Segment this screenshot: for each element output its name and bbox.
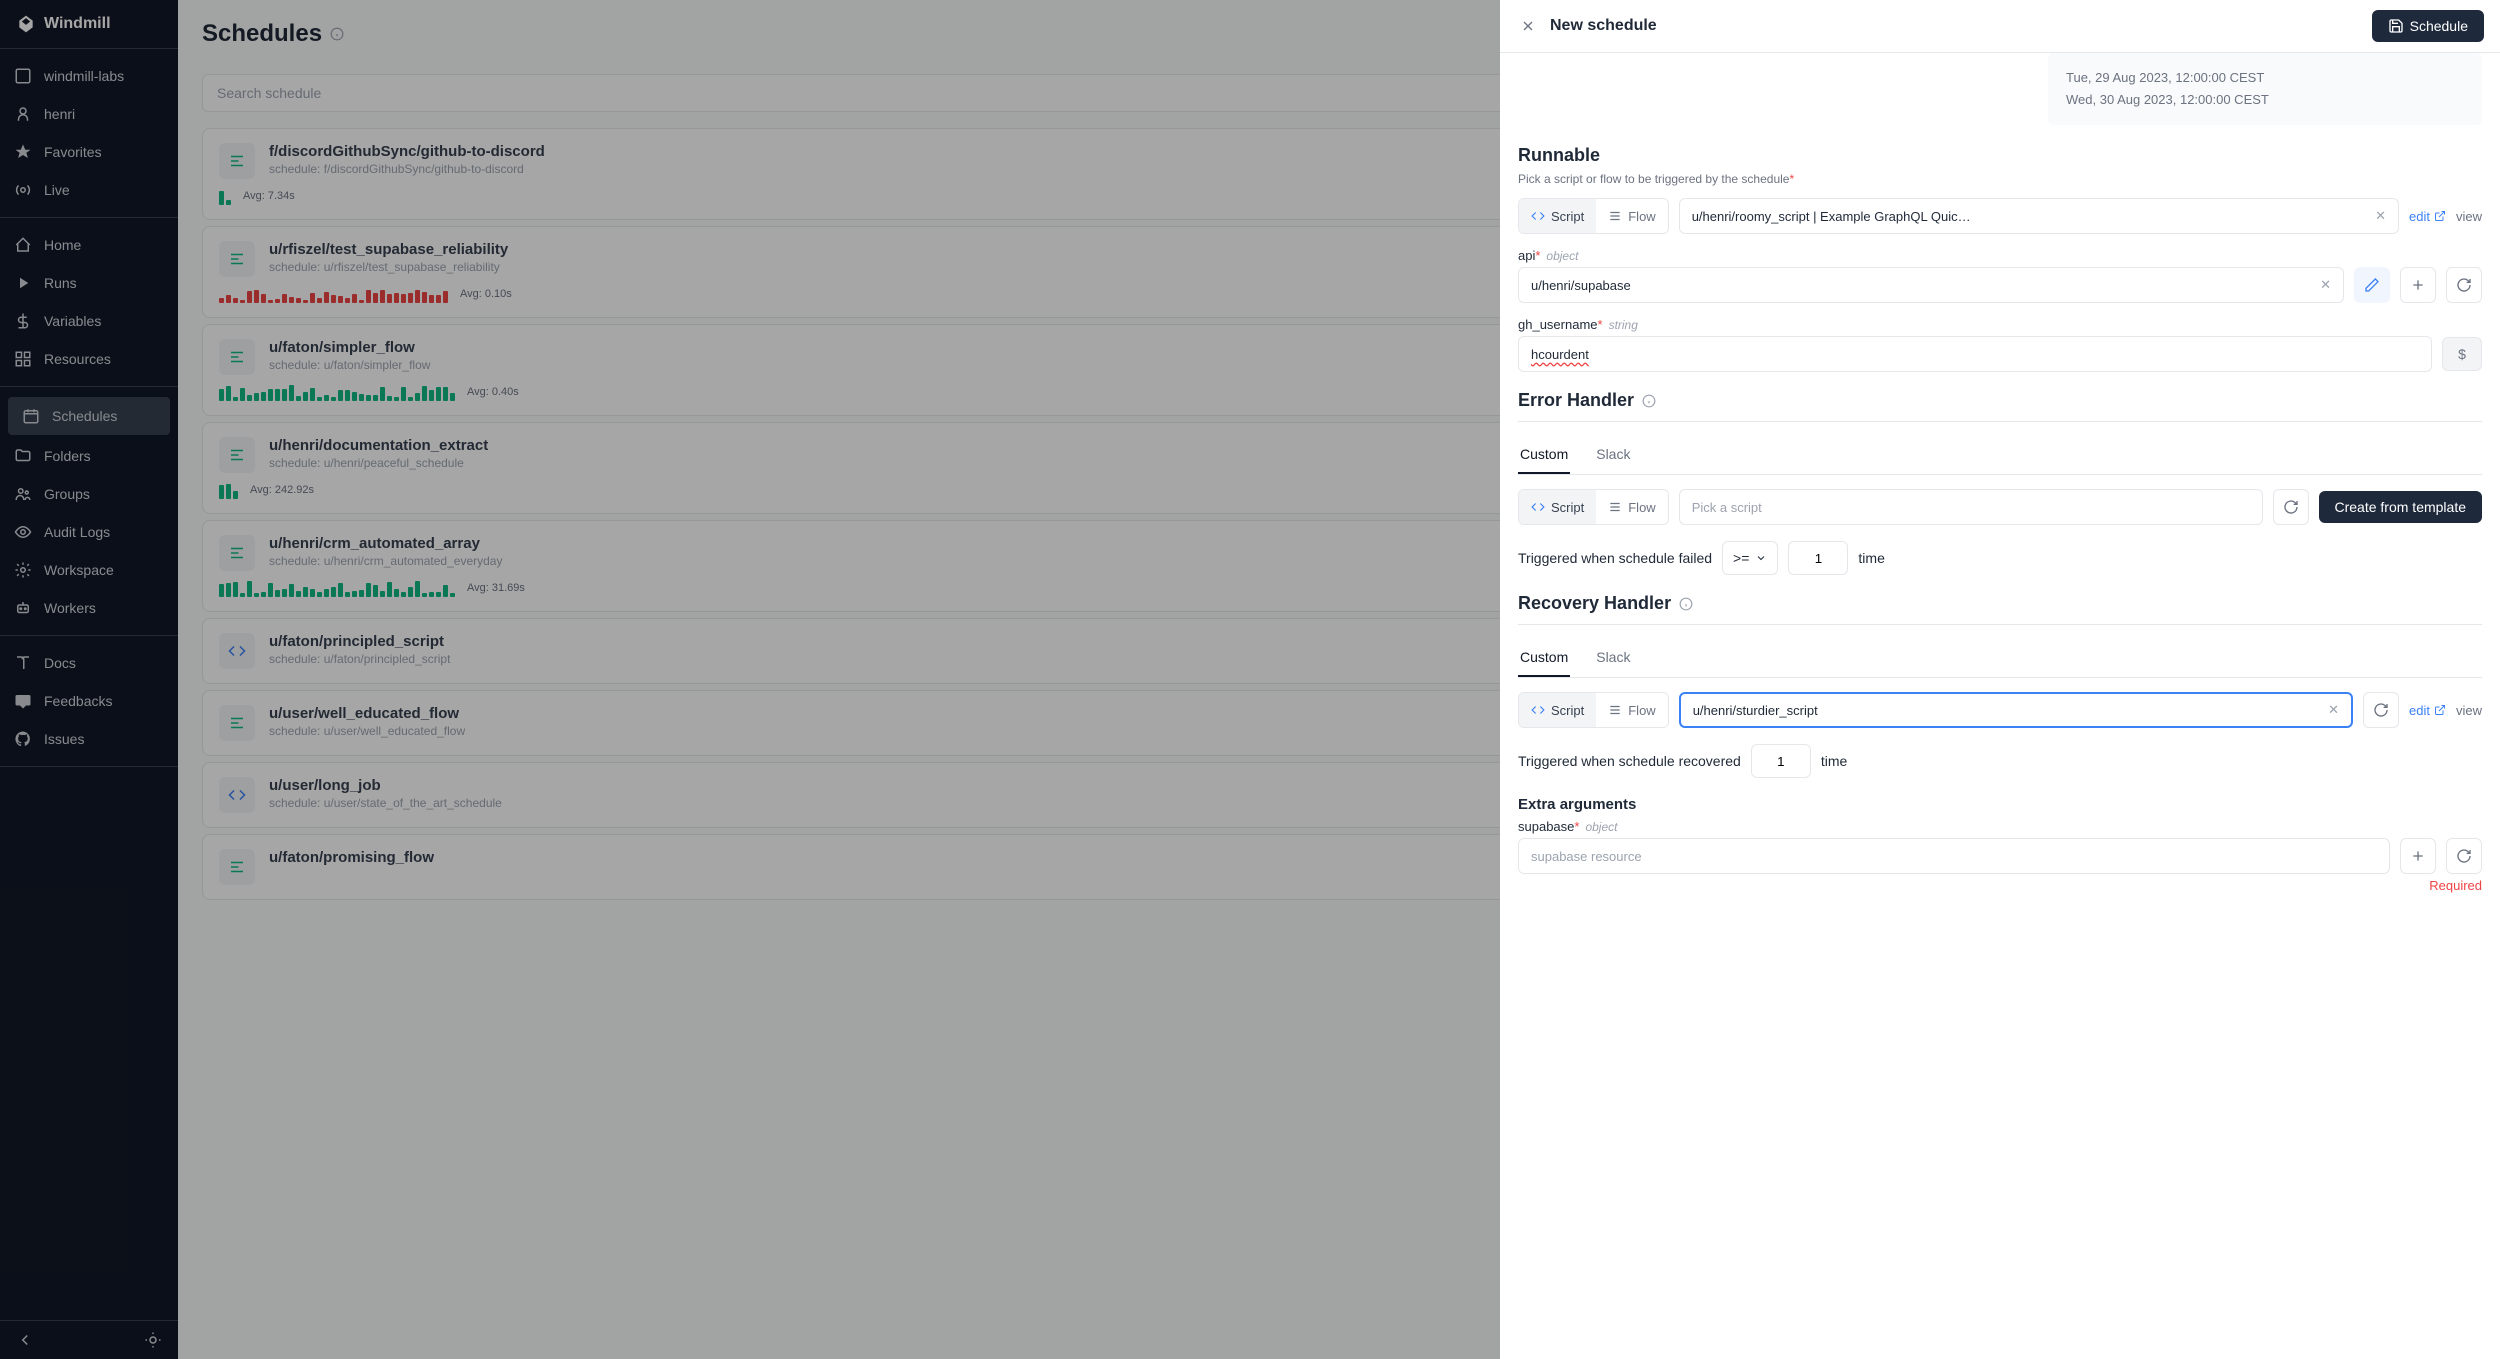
recover-count-input[interactable] [1751,744,1811,778]
trigger-recovered-label: Triggered when schedule recovered [1518,753,1741,769]
flow-icon [1608,209,1622,223]
error-script-input[interactable]: Pick a script [1679,489,2263,525]
runnable-script-input[interactable]: u/henri/roomy_script | Example GraphQL Q… [1679,198,2399,234]
refresh-button[interactable] [2446,838,2482,874]
external-link-icon [2434,210,2446,222]
code-icon [1531,703,1545,717]
toggle-flow[interactable]: Flow [1596,490,1667,524]
api-input[interactable]: u/henri/supabase ✕ [1518,267,2344,303]
toggle-script[interactable]: Script [1519,693,1596,727]
add-resource-button[interactable] [2400,267,2436,303]
plus-icon [2410,277,2426,293]
chevron-down-icon [1755,552,1767,564]
error-script-flow-toggle: Script Flow [1518,489,1669,525]
runnable-subtitle: Pick a script or flow to be triggered by… [1518,172,2482,186]
flow-icon [1608,500,1622,514]
pencil-icon [2364,277,2380,293]
view-link[interactable]: view [2456,209,2482,224]
create-template-button[interactable]: Create from template [2319,491,2483,523]
schedule-submit-button[interactable]: Schedule [2372,10,2484,42]
variable-picker-button[interactable]: $ [2442,337,2482,371]
modal-overlay: New schedule Schedule Tue, 29 Aug 2023, … [0,0,2500,1359]
script-flow-toggle: Script Flow [1518,198,1669,234]
toggle-script[interactable]: Script [1519,199,1596,233]
required-label: Required [1518,878,2482,893]
add-resource-button[interactable] [2400,838,2436,874]
recovery-handler-title: Recovery Handler [1518,593,2482,614]
tab-custom[interactable]: Custom [1518,639,1570,677]
panel-title: New schedule [1550,17,1657,35]
new-schedule-panel: New schedule Schedule Tue, 29 Aug 2023, … [1500,0,2500,1359]
clear-icon[interactable]: ✕ [2328,702,2339,718]
close-button[interactable] [1516,14,1540,38]
recovery-handler-tabs: Custom Slack [1518,639,2482,678]
info-icon[interactable] [1642,394,1656,408]
gh-username-input[interactable]: hcourdent [1518,336,2432,372]
recovery-script-input[interactable]: u/henri/sturdier_script ✕ [1679,692,2353,728]
edit-link[interactable]: edit [2409,209,2446,224]
extra-args-title: Extra arguments [1518,796,2482,813]
gh-username-label: gh_username* string [1518,317,2482,332]
plus-icon [2410,848,2426,864]
close-icon [1520,18,1536,34]
refresh-button[interactable] [2363,692,2399,728]
fail-count-input[interactable] [1788,541,1848,575]
refresh-icon [2456,848,2472,864]
tab-slack[interactable]: Slack [1594,436,1632,474]
time-label: time [1821,753,1847,769]
refresh-icon [2373,702,2389,718]
toggle-flow[interactable]: Flow [1596,693,1667,727]
code-icon [1531,209,1545,223]
refresh-button[interactable] [2446,267,2482,303]
clear-icon[interactable]: ✕ [2320,277,2331,293]
tab-custom[interactable]: Custom [1518,436,1570,474]
time-label: time [1858,550,1884,566]
refresh-icon [2456,277,2472,293]
recovery-script-flow-toggle: Script Flow [1518,692,1669,728]
toggle-flow[interactable]: Flow [1596,199,1667,233]
supabase-input[interactable]: supabase resource [1518,838,2390,874]
view-link[interactable]: view [2456,703,2482,718]
error-handler-title: Error Handler [1518,390,2482,411]
tab-slack[interactable]: Slack [1594,639,1632,677]
error-handler-tabs: Custom Slack [1518,436,2482,475]
refresh-icon [2283,499,2299,515]
external-link-icon [2434,704,2446,716]
supabase-field-label: supabase* object [1518,819,2482,834]
edit-resource-button[interactable] [2354,267,2390,303]
clear-icon[interactable]: ✕ [2375,208,2386,224]
toggle-script[interactable]: Script [1519,490,1596,524]
comparator-select[interactable]: >= [1722,541,1778,575]
api-field-label: api* object [1518,248,2482,263]
code-icon [1531,500,1545,514]
schedule-preview: Tue, 29 Aug 2023, 12:00:00 CEST Wed, 30 … [2048,53,2482,125]
info-icon[interactable] [1679,597,1693,611]
trigger-failed-label: Triggered when schedule failed [1518,550,1712,566]
edit-link[interactable]: edit [2409,703,2446,718]
runnable-section-title: Runnable [1518,145,2482,166]
save-icon [2388,18,2404,34]
refresh-button[interactable] [2273,489,2309,525]
flow-icon [1608,703,1622,717]
